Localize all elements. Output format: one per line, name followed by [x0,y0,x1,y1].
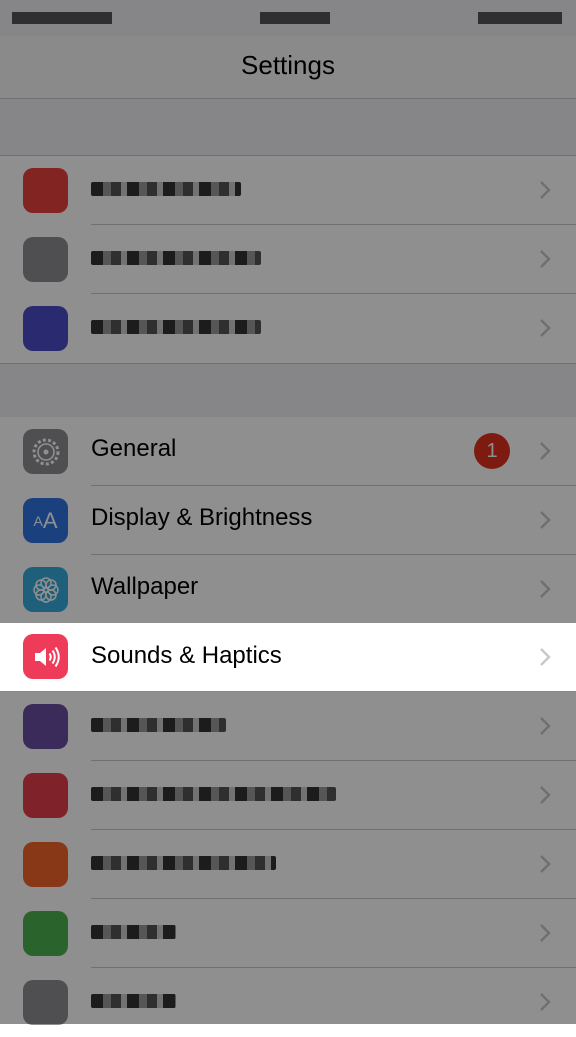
status-bar [0,0,576,36]
gear-icon [23,429,68,474]
chevron-right-icon [540,924,551,942]
chevron-right-icon [540,648,551,666]
blurred-app-icon [23,911,68,956]
blurred-app-icon [23,773,68,818]
blurred-app-icon [23,842,68,887]
settings-row-label: Display & Brightness [91,504,313,531]
chevron-right-icon [540,181,551,199]
settings-row-label: General [91,435,177,462]
blurred-label [91,718,226,732]
speaker-icon [23,634,68,679]
settings-row-label: Wallpaper [91,573,199,600]
status-left-obscured [12,12,112,24]
settings-row-sounds-haptics[interactable]: Sounds & Haptics [0,623,576,691]
list-item[interactable] [0,692,576,761]
navigation-bar: Settings [0,36,576,99]
chevron-right-icon [540,855,551,873]
blurred-app-icon [23,237,68,282]
list-item[interactable] [0,899,576,968]
list-item[interactable] [0,225,576,294]
blurred-label [91,320,261,334]
blurred-app-icon [23,980,68,1025]
chevron-right-icon [540,442,551,460]
flower-icon [23,567,68,612]
status-center-obscured [260,12,330,24]
blurred-app-icon [23,168,68,213]
list-item[interactable] [0,968,576,1037]
settings-row-display-brightness[interactable]: AA Display & Brightness [0,486,576,555]
chevron-right-icon [540,993,551,1011]
blurred-label [91,787,336,801]
list-item[interactable] [0,156,576,225]
text-size-icon: AA [23,498,68,543]
status-right-obscured [478,12,562,24]
settings-row-label: Sounds & Haptics [91,642,282,669]
list-item[interactable] [0,830,576,899]
chevron-right-icon [540,319,551,337]
notification-badge: 1 [474,433,510,469]
settings-row-wallpaper[interactable]: Wallpaper [0,555,576,624]
blurred-app-icon [23,704,68,749]
chevron-right-icon [540,580,551,598]
blurred-label [91,251,261,265]
settings-row-general[interactable]: General 1 [0,417,576,486]
chevron-right-icon [540,250,551,268]
chevron-right-icon [540,786,551,804]
blurred-label [91,182,241,196]
list-item[interactable] [0,761,576,830]
blurred-label [91,856,276,870]
page-title: Settings [241,50,335,80]
chevron-right-icon [540,717,551,735]
blurred-label [91,925,176,939]
blurred-app-icon [23,306,68,351]
section-gap [0,363,576,418]
section-gap [0,99,576,156]
blurred-label [91,994,176,1008]
chevron-right-icon [540,511,551,529]
list-item[interactable] [0,294,576,363]
